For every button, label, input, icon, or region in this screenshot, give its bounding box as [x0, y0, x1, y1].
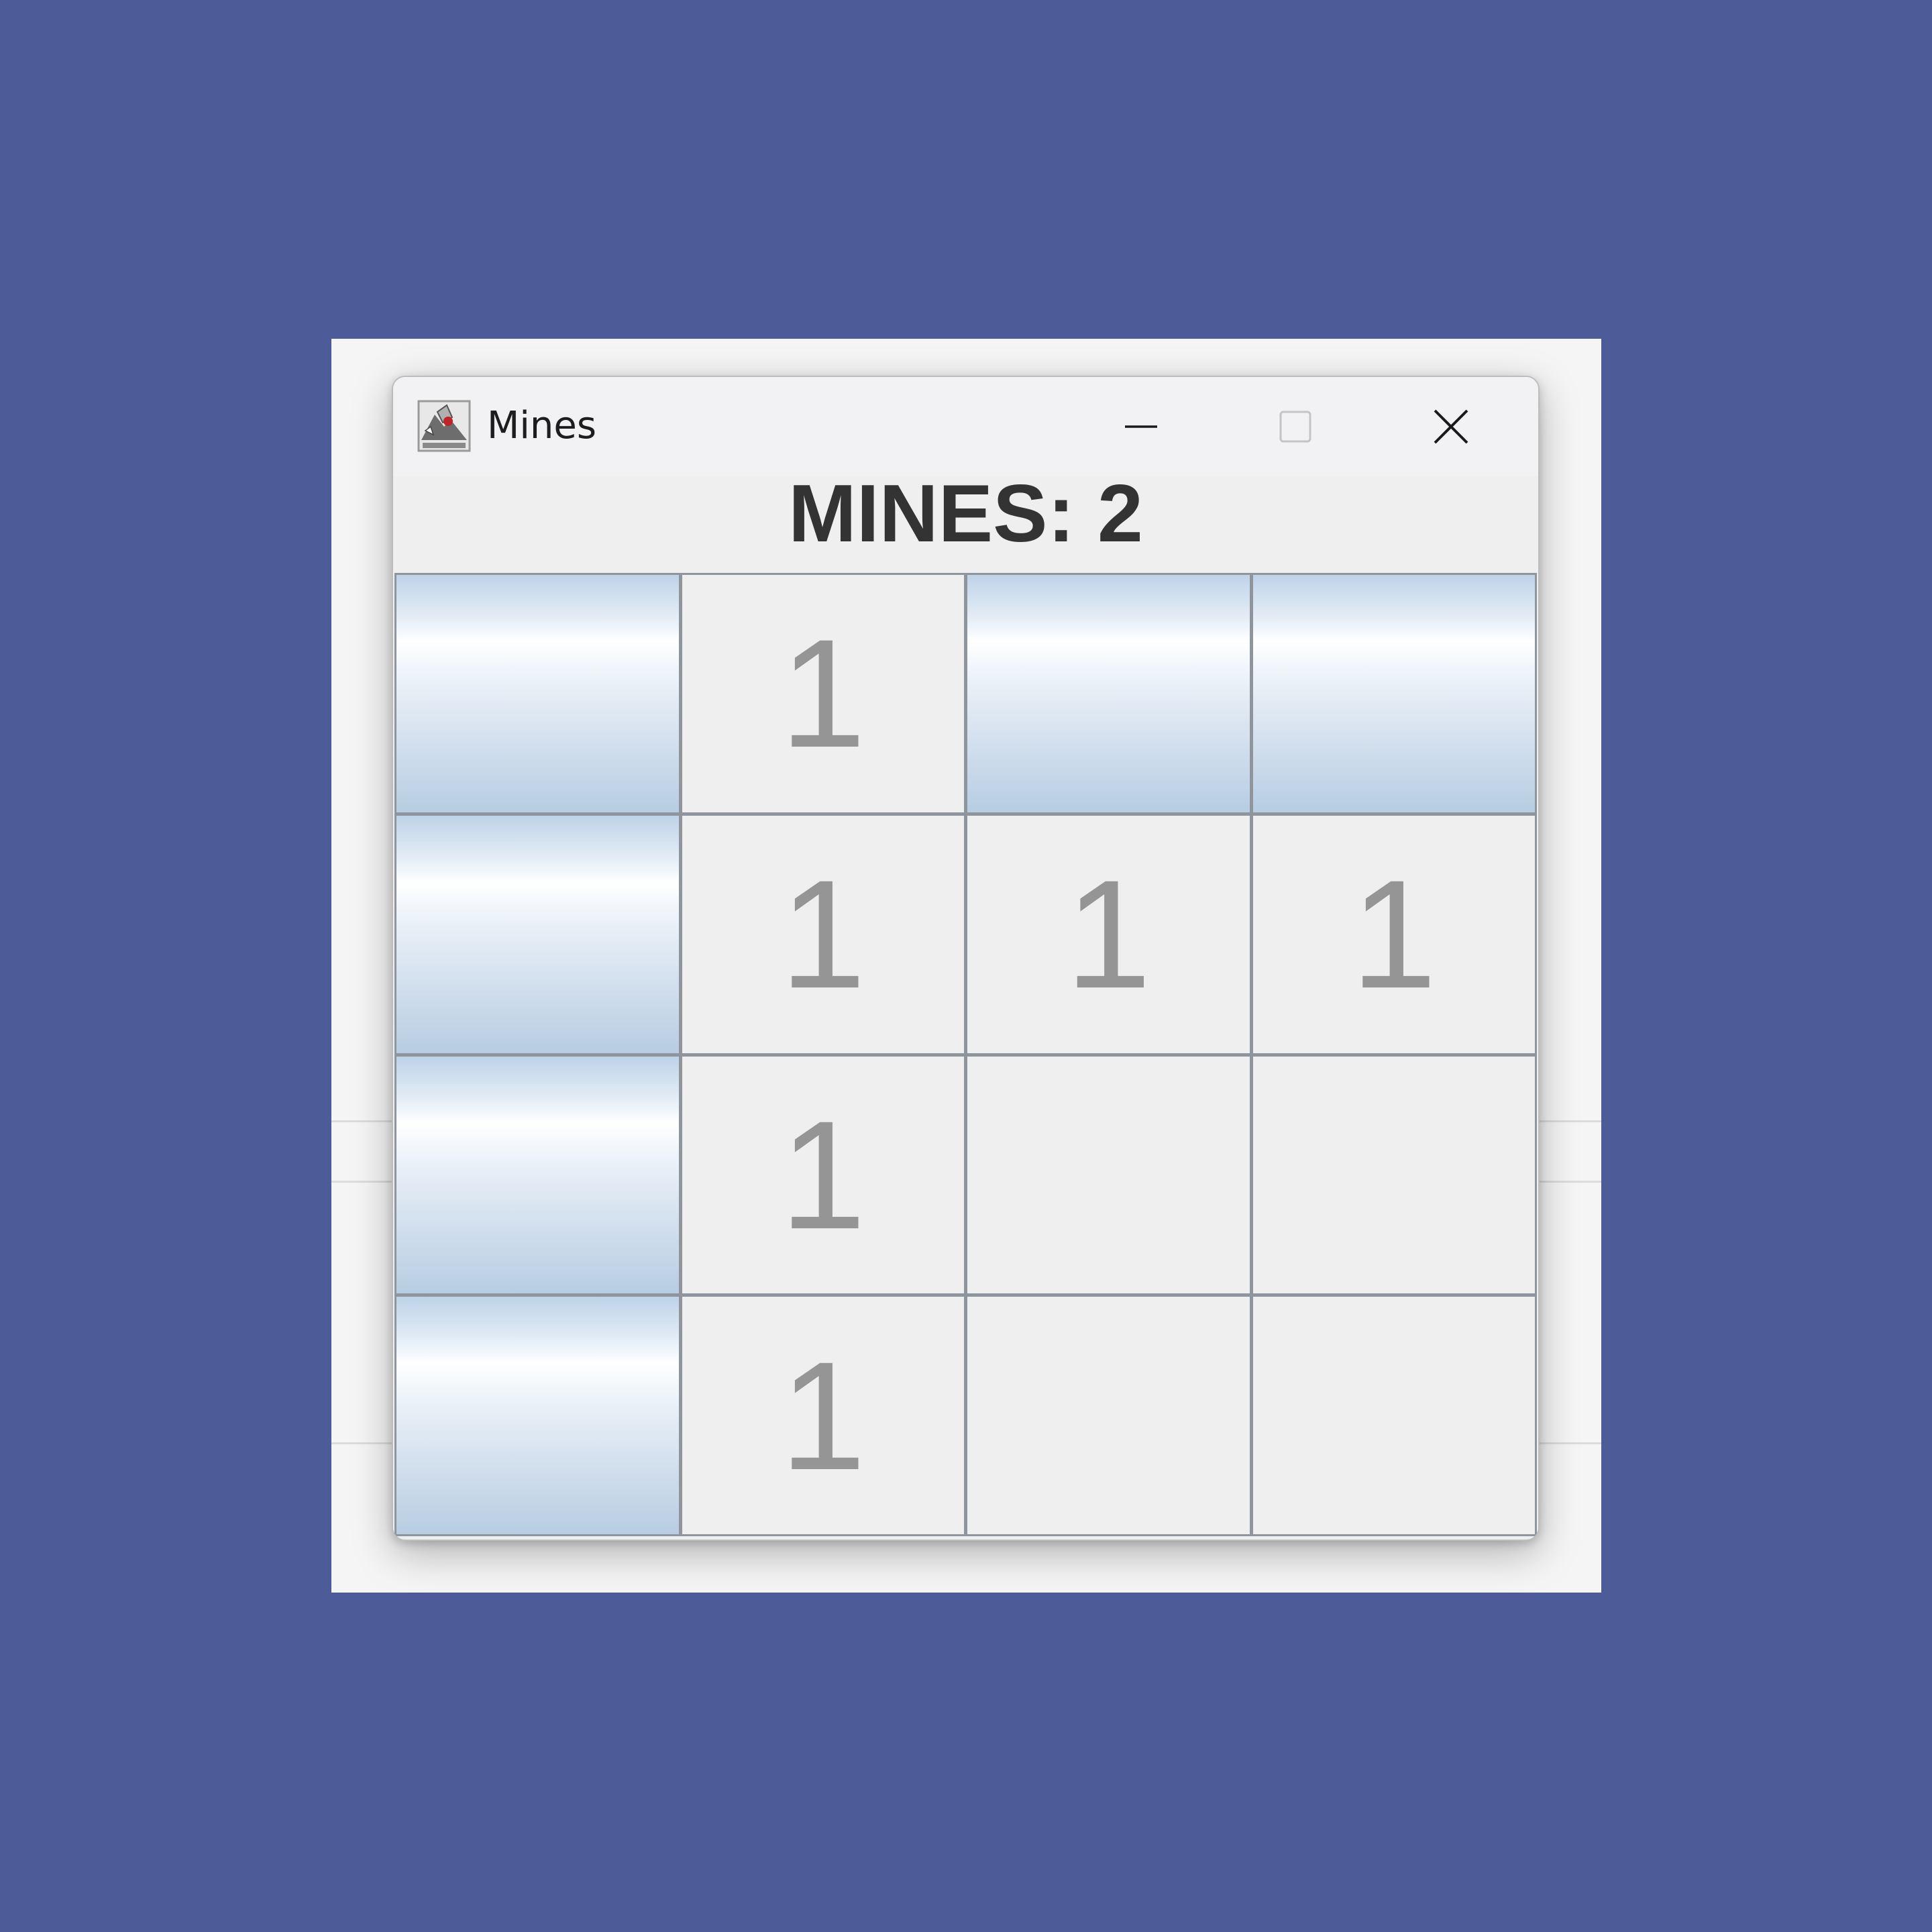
revealed-cell: 1: [967, 815, 1250, 1053]
revealed-cell: 1: [682, 1056, 964, 1294]
revealed-cell: 1: [682, 1297, 964, 1534]
title-bar[interactable]: Mines: [393, 377, 1538, 476]
hidden-cell[interactable]: [396, 575, 679, 812]
maximize-icon: [1279, 411, 1311, 443]
minimize-icon: [1125, 425, 1157, 428]
revealed-cell: [1252, 1297, 1535, 1534]
window-title: Mines: [487, 404, 596, 447]
app-icon: [417, 400, 471, 452]
revealed-cell: [1252, 1056, 1535, 1294]
maximize-button[interactable]: [1258, 393, 1332, 460]
minimize-button[interactable]: [1104, 393, 1178, 460]
revealed-cell: [967, 1056, 1250, 1294]
revealed-cell: 1: [1252, 815, 1535, 1053]
hidden-cell[interactable]: [396, 1297, 679, 1534]
close-icon: [1434, 409, 1468, 444]
mines-counter: MINES: 2: [788, 468, 1143, 559]
hidden-cell[interactable]: [967, 575, 1250, 812]
close-button[interactable]: [1414, 393, 1488, 460]
mines-window: Mines MINES: 2 111111: [392, 376, 1540, 1541]
hidden-cell[interactable]: [1252, 575, 1535, 812]
mine-board: 111111: [394, 573, 1537, 1536]
revealed-cell: 1: [682, 575, 964, 812]
hidden-cell[interactable]: [396, 815, 679, 1053]
revealed-cell: [967, 1297, 1250, 1534]
revealed-cell: 1: [682, 815, 964, 1053]
hidden-cell[interactable]: [396, 1056, 679, 1294]
